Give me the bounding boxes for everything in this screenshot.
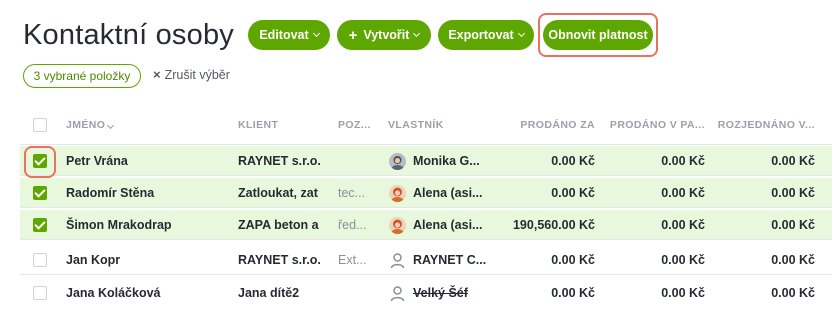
column-header-sold-in[interactable]: PRODÁNO V PA... (605, 119, 705, 131)
position-cell: tec... (338, 186, 366, 200)
row-checkbox[interactable] (33, 253, 47, 267)
negotiated-cell: 0.00 Kč (771, 154, 815, 168)
select-all-checkbox[interactable] (33, 118, 47, 132)
page-title: Kontaktní osoby (23, 19, 234, 51)
contact-name[interactable]: Radomír Stěna (66, 178, 226, 208)
client-name[interactable]: Jana dítě2 (238, 278, 333, 308)
user-outline-icon (389, 285, 406, 302)
edit-button[interactable]: Editovat (248, 20, 330, 50)
sold-for-cell: 0.00 Kč (551, 186, 595, 200)
table-row[interactable]: Jana Koláčková Jana dítě2 Velký Šéf 0.00… (20, 278, 832, 308)
client-name[interactable]: Zatloukat, zat (238, 178, 333, 208)
export-label: Exportovat (448, 28, 514, 42)
owner-avatar (389, 217, 406, 234)
contact-name[interactable]: Petr Vrána (66, 146, 226, 176)
contact-name[interactable]: Šimon Mrakodrap (66, 210, 226, 240)
sold-for-cell: 190,560.00 Kč (512, 218, 595, 232)
column-header-client[interactable]: KLIENT (238, 119, 278, 131)
user-outline-icon (389, 252, 406, 269)
sold-in-cell: 0.00 Kč (661, 154, 705, 168)
chevron-down-icon (312, 29, 320, 38)
column-header-position[interactable]: POZ... (338, 119, 371, 131)
chevron-down-icon (413, 29, 421, 38)
selected-count-badge[interactable]: 3 vybrané položky (23, 64, 141, 88)
column-header-name[interactable]: JMÉNO (66, 119, 115, 131)
negotiated-cell: 0.00 Kč (771, 253, 815, 267)
table-row[interactable]: Radomír Stěna Zatloukat, zat tec... Alen… (20, 178, 832, 208)
sold-for-cell: 0.00 Kč (551, 286, 595, 300)
negotiated-cell: 0.00 Kč (771, 286, 815, 300)
position-cell (338, 146, 383, 176)
sold-in-cell: 0.00 Kč (661, 253, 705, 267)
negotiated-cell: 0.00 Kč (771, 186, 815, 200)
row-checkbox-highlight (24, 146, 56, 178)
client-name[interactable]: ZAPA beton a (238, 210, 333, 240)
sold-in-cell: 0.00 Kč (661, 286, 705, 300)
chevron-down-icon (517, 29, 525, 38)
row-checkbox[interactable] (33, 286, 47, 300)
export-button[interactable]: Exportovat (438, 20, 534, 50)
clear-selection-label: Zrušit výběr (164, 67, 230, 82)
row-checkbox[interactable] (33, 218, 47, 232)
table-row[interactable]: Jan Kopr RAYNET s.r.o. Ext... RAYNET C..… (20, 245, 832, 275)
position-cell (338, 278, 383, 308)
negotiated-cell: 0.00 Kč (771, 218, 815, 232)
plus-icon: + (348, 26, 358, 44)
renew-label: Obnovit platnost (548, 28, 648, 42)
position-cell: Ext... (338, 253, 367, 267)
sold-for-cell: 0.00 Kč (551, 253, 595, 267)
client-name[interactable]: RAYNET s.r.o. (238, 245, 333, 275)
sold-for-cell: 0.00 Kč (551, 154, 595, 168)
contact-name[interactable]: Jan Kopr (66, 245, 226, 275)
sort-chevron-icon (107, 121, 115, 130)
clear-selection-link[interactable]: × Zrušit výběr (153, 67, 230, 82)
owner-avatar (389, 185, 406, 202)
column-header-owner[interactable]: VLASTNÍK (388, 119, 444, 131)
column-header-name-label: JMÉNO (66, 119, 106, 131)
contact-name[interactable]: Jana Koláčková (66, 278, 226, 308)
edit-label: Editovat (259, 28, 309, 42)
sold-in-cell: 0.00 Kč (661, 218, 705, 232)
table-row[interactable]: Petr Vrána RAYNET s.r.o. Monika G... 0.0… (20, 146, 832, 176)
position-cell: řed... (338, 218, 367, 232)
column-header-sold-for[interactable]: PRODÁNO ZA (490, 119, 595, 131)
owner-avatar (389, 153, 406, 170)
column-header-negotiated[interactable]: ROZJEDNÁNO V... (715, 119, 815, 131)
create-button[interactable]: + Vytvořit (337, 20, 431, 50)
create-label: Vytvořit (363, 28, 410, 42)
renew-validity-button[interactable]: Obnovit platnost (543, 20, 653, 50)
sold-in-cell: 0.00 Kč (661, 186, 705, 200)
header-divider (20, 144, 832, 145)
row-checkbox[interactable] (33, 186, 47, 200)
table-row[interactable]: Šimon Mrakodrap ZAPA beton a řed... Alen… (20, 210, 832, 240)
close-icon: × (153, 67, 161, 82)
client-name[interactable]: RAYNET s.r.o. (238, 146, 333, 176)
